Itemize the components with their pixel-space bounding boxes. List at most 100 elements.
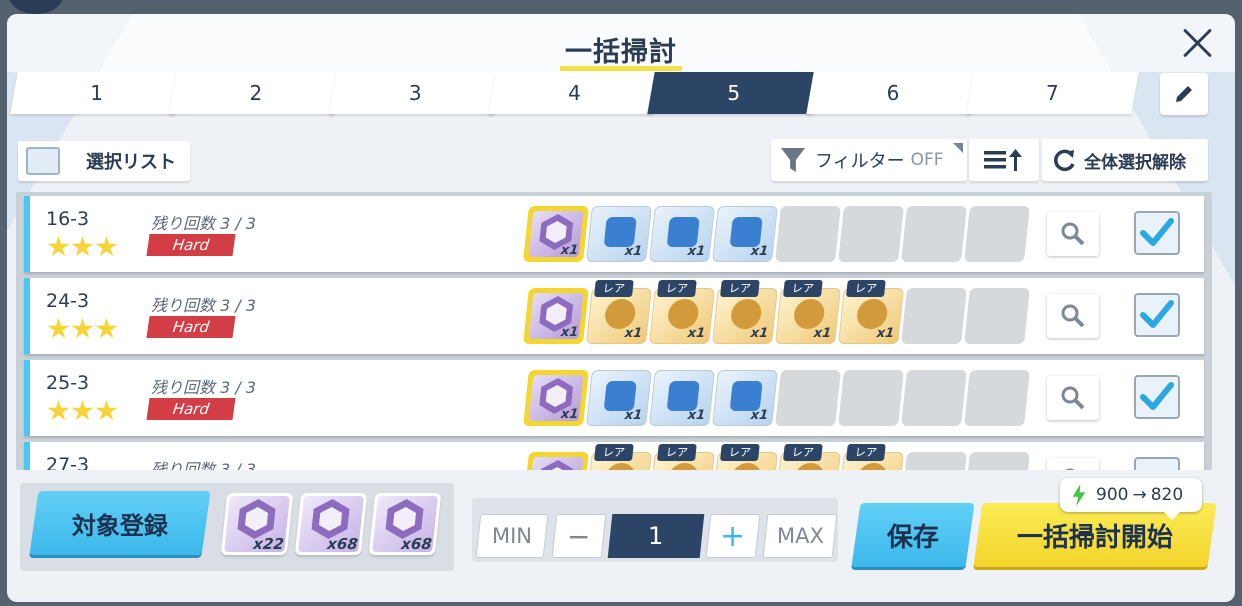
search-button[interactable] <box>1047 458 1099 470</box>
item-reward[interactable]: x1レア <box>586 280 652 344</box>
row-checkbox[interactable] <box>1134 457 1180 470</box>
stage-list[interactable]: 16-3 残り回数 3 / 3 Hard x1 x1 x1 x1 24-3 残り回数 3 / 3… <box>16 192 1212 470</box>
save-button[interactable]: 保存 <box>851 503 975 567</box>
difficulty-badge: Hard <box>146 234 236 256</box>
item-reward[interactable]: x1 <box>586 206 652 262</box>
min-label: MIN <box>491 524 533 548</box>
tab-label: 3 <box>408 81 422 105</box>
plus-button[interactable]: + <box>705 514 761 558</box>
tab-6[interactable]: 6 <box>806 72 980 114</box>
reward-qty: x1 <box>875 326 895 341</box>
item-reward[interactable]: x1レア <box>838 444 904 470</box>
rare-tag: レア <box>782 280 823 297</box>
row-checkbox[interactable] <box>1134 211 1180 255</box>
character-reward[interactable]: x1 <box>523 452 589 470</box>
item-reward[interactable]: x1レア <box>649 444 715 470</box>
artifact-icon <box>792 299 826 329</box>
tab-7[interactable]: 7 <box>965 72 1139 114</box>
item-reward[interactable]: x1レア <box>775 280 841 344</box>
sort-order-button[interactable] <box>969 139 1039 181</box>
tab-3[interactable]: 3 <box>328 72 502 114</box>
tab-5[interactable]: 5 <box>647 72 821 114</box>
quantity-label: 1 <box>648 522 664 550</box>
tab-label: 6 <box>886 81 900 105</box>
reward-qty: x1 <box>560 407 580 422</box>
rare-tag: レア <box>593 444 634 461</box>
equipment-icon <box>729 381 763 411</box>
tab-4[interactable]: 4 <box>488 72 661 114</box>
stage-id: 25-3 <box>46 372 90 394</box>
register-target-button[interactable]: 対象登録 <box>29 491 211 555</box>
character-reward[interactable]: x1 <box>523 206 589 262</box>
stage-row[interactable]: 16-3 残り回数 3 / 3 Hard x1 x1 x1 x1 <box>24 196 1204 272</box>
stage-id: 16-3 <box>46 208 90 230</box>
empty-reward-slot <box>964 370 1030 426</box>
item-reward[interactable]: x1 <box>712 370 778 426</box>
magnifier-icon <box>1061 222 1085 246</box>
rare-tag: レア <box>845 444 886 461</box>
artifact-icon <box>729 463 763 470</box>
minus-button[interactable]: − <box>551 514 607 558</box>
empty-reward-slot <box>775 206 841 262</box>
filter-button[interactable]: フィルター OFF <box>771 139 967 181</box>
row-checkbox[interactable] <box>1134 293 1180 337</box>
target-item[interactable]: x68 <box>368 493 442 555</box>
rare-tag: レア <box>656 444 697 461</box>
minus-icon: − <box>567 519 591 553</box>
search-button[interactable] <box>1047 376 1099 420</box>
item-reward[interactable]: x1 <box>649 206 715 262</box>
artifact-icon <box>855 299 889 329</box>
start-sweep-button[interactable]: 一括掃討開始 <box>973 503 1217 567</box>
item-reward[interactable]: x1 <box>712 206 778 262</box>
equipment-icon <box>729 217 763 247</box>
item-reward[interactable]: x1 レア <box>649 280 715 344</box>
stage-row[interactable]: 24-3 残り回数 3 / 3 Hard x1 x1 レア x1 レア x1 レア x1 レア x1 レア <box>24 278 1204 354</box>
row-accent <box>24 360 30 436</box>
item-reward[interactable]: x1レア <box>712 444 778 470</box>
item-reward[interactable]: x1 <box>649 370 715 426</box>
equipment-icon <box>603 217 637 247</box>
plus-icon: + <box>720 518 746 554</box>
equipment-icon <box>666 381 700 411</box>
stage-row[interactable]: 27-3残り回数 3 / 3Hardx1x1レアx1レアx1レアx1レアx1レア <box>24 442 1204 470</box>
empty-reward-slot <box>901 288 967 344</box>
star-icon <box>47 400 70 421</box>
star-icon <box>47 236 70 257</box>
edit-preset-button[interactable] <box>1160 73 1208 115</box>
tab-1[interactable]: 1 <box>10 72 183 114</box>
rare-tag: レア <box>656 280 697 297</box>
start-sweep-label: 一括掃討開始 <box>1016 522 1173 553</box>
tab-2[interactable]: 2 <box>169 72 343 114</box>
max-button[interactable]: MAX <box>762 514 838 558</box>
min-button[interactable]: MIN <box>475 514 549 558</box>
select-list-toggle[interactable]: 選択リスト <box>18 141 190 181</box>
star-icon <box>95 318 118 339</box>
reward-qty: x1 <box>686 326 706 341</box>
character-reward[interactable]: x1 <box>523 370 589 426</box>
search-button[interactable] <box>1047 294 1099 338</box>
rare-tag: レア <box>845 280 886 297</box>
item-reward[interactable]: x1 <box>586 370 652 426</box>
deselect-all-button[interactable]: 全体選択解除 <box>1042 139 1208 181</box>
item-reward[interactable]: x1レア <box>775 444 841 470</box>
filter-icon <box>781 148 805 172</box>
empty-reward-slot <box>838 370 904 426</box>
select-list-checkbox[interactable] <box>26 147 60 175</box>
remaining-count: 残り回数 3 / 3 <box>151 296 257 315</box>
item-reward[interactable]: x1レア <box>586 444 652 470</box>
target-item[interactable]: x68 <box>294 493 368 555</box>
close-icon[interactable] <box>1179 24 1217 62</box>
stage-row[interactable]: 25-3 残り回数 3 / 3 Hard x1 x1 x1 x1 <box>24 360 1204 436</box>
search-button[interactable] <box>1047 212 1099 256</box>
filter-label: フィルター <box>815 151 905 172</box>
row-checkbox[interactable] <box>1134 375 1180 419</box>
reward-qty: x1 <box>623 326 643 341</box>
quantity-value[interactable]: 1 <box>607 514 705 558</box>
ap-from: 900 <box>1096 485 1129 505</box>
item-reward[interactable]: x1 レア <box>838 280 904 344</box>
item-reward[interactable]: x1レア <box>712 280 778 344</box>
target-item[interactable]: x22 <box>220 493 294 555</box>
tab-label: 7 <box>1045 81 1059 105</box>
character-reward[interactable]: x1 <box>523 288 589 344</box>
max-label: MAX <box>776 524 824 548</box>
